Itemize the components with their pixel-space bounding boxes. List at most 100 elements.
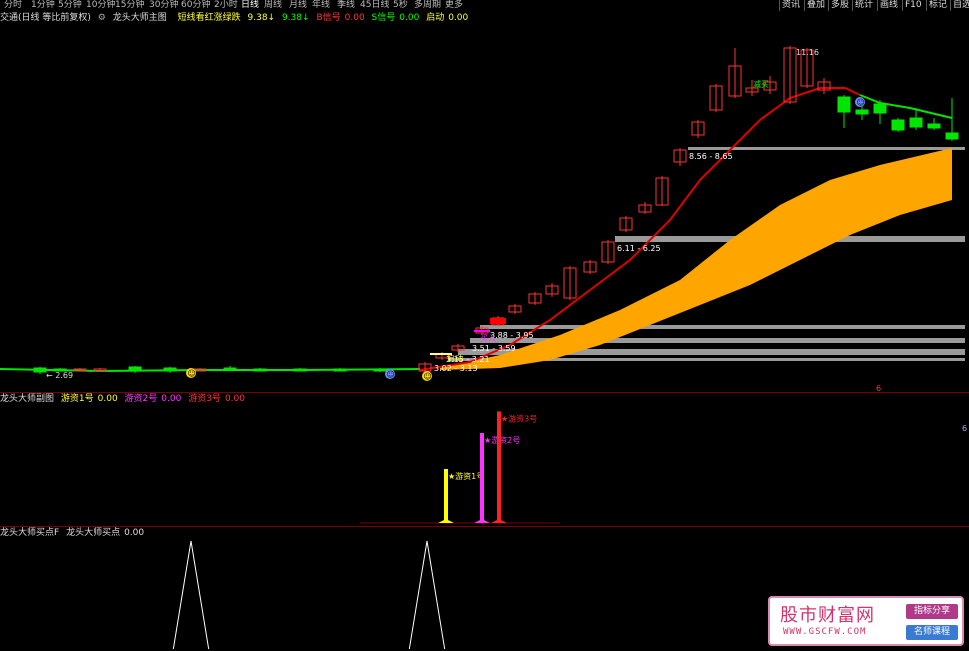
signal-base (491, 519, 507, 523)
value-1: 9.38↓ (247, 13, 276, 23)
gear-icon: ⚙ (97, 13, 106, 23)
candle-body (33, 367, 47, 373)
low-indicator-label: 龙头大师买点 (66, 528, 121, 538)
period-tab[interactable]: 分时 (4, 0, 22, 11)
toolbar-button[interactable]: F10 (905, 0, 922, 11)
toolbar-button[interactable]: 自选 (953, 0, 969, 11)
period-tab[interactable]: 2小时 (214, 0, 238, 11)
hint-label: 短线看红涨绿跌 (177, 13, 241, 23)
main-info-bar: 交通(日线 等比前复权) ⚙ 龙头大师主图 短线看红涨绿跌 9.38↓ 9.38… (0, 12, 472, 24)
period-toolbar: 分时 1分钟 5分钟 10分钟 15分钟 30分钟 60分钟 2小时 日线 周线 月线 年线 季线 45日… (0, 0, 969, 11)
period-tab[interactable]: 年线 (312, 0, 330, 11)
candle-body (891, 119, 905, 131)
watermark-title: 股市财富网 (780, 605, 875, 626)
period-tab[interactable]: 30分钟 (149, 0, 178, 11)
buy-point-spike (408, 540, 446, 649)
candle-body (128, 366, 142, 372)
smiley-icon-glyph: ☺ (188, 369, 196, 378)
sub-indicator-title[interactable]: 龙头大师副图 (0, 394, 54, 404)
toolbar-separator (828, 0, 829, 11)
period-tab[interactable]: 更多 (445, 0, 463, 11)
toolbar-separator (852, 0, 853, 11)
candle-body (837, 96, 851, 113)
signal-label: ★游资2号 (484, 435, 520, 445)
period-tab[interactable]: 1分钟 (31, 0, 55, 11)
low-info-bar: 龙头大师买点F 龙头大师买点 0.00 (0, 527, 148, 539)
low-indicator-title[interactable]: 龙头大师买点F (0, 528, 59, 538)
start-label: 启动 (447, 353, 463, 363)
toolbar-separator (877, 0, 878, 11)
s2-value: 0.00 (161, 394, 182, 404)
sub-info-bar: 龙头大师副图 游资1号 0.00 游资2号 0.00 游资3号 0.00 (0, 393, 249, 405)
candle-body (873, 103, 887, 114)
period-tab[interactable]: 10分钟 (86, 0, 115, 11)
right-tick-label: 6 (962, 424, 967, 433)
toolbar-separator (902, 0, 903, 11)
b-signal-label: B信号 (316, 13, 341, 23)
candle-body (945, 132, 959, 140)
value-2: 9.38↓ (281, 13, 310, 23)
range-label-1: 8.56 - 8.65 (689, 152, 733, 161)
tag-course[interactable]: 名师课程 (906, 625, 958, 640)
signal-base (474, 519, 490, 523)
toolbar-button[interactable]: 统计 (855, 0, 873, 11)
s-signal-value: 0.00 (399, 13, 420, 23)
period-tab[interactable]: 5秒 (393, 0, 408, 11)
signal-marker (490, 318, 506, 324)
period-tab[interactable]: 周线 (264, 0, 282, 11)
period-tab[interactable]: 60分钟 (181, 0, 210, 11)
s1-label: 游资1号 (60, 394, 94, 404)
signal-label: ★游资1号 (448, 471, 484, 481)
period-tab[interactable]: 45日线 (360, 0, 389, 11)
s2-label: 游资2号 (124, 394, 158, 404)
period-tab[interactable]: 季线 (337, 0, 355, 11)
period-tab[interactable]: 多周期 (414, 0, 441, 11)
range-label-4: 3.51 - 3.59 (472, 344, 516, 353)
candle-body (253, 368, 267, 372)
toolbar-separator (804, 0, 805, 11)
buy-point-spike (172, 540, 210, 649)
candle-body (293, 368, 307, 372)
candle-body (373, 368, 387, 372)
s-signal-label: S信号 (371, 13, 396, 23)
indicator-selector[interactable]: ⚙ 龙头大师主图 (98, 13, 171, 23)
low-price-label: ← 2.69 (46, 371, 73, 380)
period-tab[interactable]: 5分钟 (58, 0, 82, 11)
smiley-icon-glyph: ☺ (424, 372, 432, 381)
toolbar-separator (950, 0, 951, 11)
stock-title: 交通(日线 等比前复权) (0, 13, 91, 23)
s3-value: 0.00 (224, 394, 245, 404)
resistance-zone (480, 325, 965, 329)
main-price-chart[interactable]: 11.16 ← 2.69 减买 8.56 - 8.65 6.11 - 6.25 3.88 … (0, 25, 969, 393)
start-label: 启动 (426, 13, 445, 23)
signal-marker (474, 330, 490, 332)
period-tab[interactable]: 日线 (241, 0, 259, 11)
range-label-6: 3.02 - 3.13 (434, 364, 478, 373)
start-value: 0.00 (448, 13, 469, 23)
candle-body (909, 117, 923, 128)
toolbar-button[interactable]: 多股 (831, 0, 849, 11)
toolbar-button[interactable]: 资讯 (782, 0, 800, 11)
toolbar-button[interactable]: 标记 (929, 0, 947, 11)
tag-share[interactable]: 指标分享 (906, 604, 958, 619)
candle-body (333, 368, 347, 372)
b-signal-value: 0.00 (344, 13, 365, 23)
range-label-2: 6.11 - 6.25 (617, 244, 661, 253)
period-tab[interactable]: 15分钟 (115, 0, 144, 11)
toolbar-button[interactable]: 画线 (880, 0, 898, 11)
watermark-logo: 股市财富网 WWW.GSCFW.COM 指标分享 名师课程 (768, 596, 964, 646)
low-indicator-value: 0.00 (124, 528, 145, 538)
candle-body (163, 367, 177, 372)
signal-base (438, 519, 454, 523)
watermark-url: WWW.GSCFW.COM (783, 627, 867, 637)
smiley-icon-glyph: ☺ (857, 98, 865, 107)
indicator-name: 龙头大师主图 (112, 13, 167, 23)
toolbar-separator (926, 0, 927, 11)
sub-indicator-chart[interactable]: ★游资1号 ★游资2号 ★游资3号 6 (0, 405, 969, 525)
candle-body (927, 123, 941, 129)
range-label-3: 3.88 - 3.95 (490, 331, 534, 340)
toolbar-button[interactable]: 叠加 (807, 0, 825, 11)
buy-label: 买入 (480, 334, 496, 343)
period-tab[interactable]: 月线 (289, 0, 307, 11)
candle-body (855, 109, 869, 115)
